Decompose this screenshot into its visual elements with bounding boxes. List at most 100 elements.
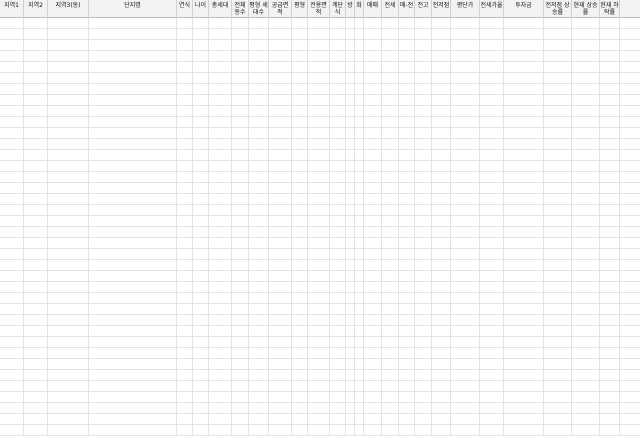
column-header[interactable]: 연식 (177, 0, 193, 18)
grid-cell[interactable] (269, 370, 292, 381)
grid-cell[interactable] (177, 84, 193, 95)
grid-cell[interactable] (600, 183, 620, 194)
grid-cell[interactable] (0, 183, 24, 194)
grid-cell[interactable] (504, 381, 544, 392)
grid-cell[interactable] (292, 161, 308, 172)
grid-cell[interactable] (480, 128, 504, 139)
grid-cell[interactable] (432, 414, 451, 425)
grid-cell[interactable] (572, 392, 600, 403)
grid-cell[interactable] (330, 282, 346, 293)
grid-cell[interactable] (89, 51, 177, 62)
grid-cell[interactable] (292, 183, 308, 194)
grid-cell[interactable] (432, 150, 451, 161)
grid-cell[interactable] (292, 51, 308, 62)
grid-cell[interactable] (193, 370, 209, 381)
grid-cell[interactable] (249, 172, 269, 183)
grid-cell[interactable] (24, 150, 48, 161)
column-header[interactable]: 화 (355, 0, 364, 18)
grid-cell[interactable] (0, 40, 24, 51)
grid-cell[interactable] (24, 128, 48, 139)
grid-cell[interactable] (193, 260, 209, 271)
grid-cell[interactable] (269, 95, 292, 106)
grid-cell[interactable] (48, 51, 89, 62)
grid-cell[interactable] (177, 95, 193, 106)
grid-cell[interactable] (600, 348, 620, 359)
grid-cell[interactable] (193, 106, 209, 117)
grid-cell[interactable] (432, 326, 451, 337)
grid-cell[interactable] (209, 62, 232, 73)
grid-cell[interactable] (572, 293, 600, 304)
grid-cell[interactable] (177, 172, 193, 183)
grid-cell[interactable] (504, 238, 544, 249)
grid-cell[interactable] (330, 260, 346, 271)
grid-cell[interactable] (382, 106, 399, 117)
grid-cell[interactable] (232, 260, 249, 271)
grid-cell[interactable] (48, 403, 89, 414)
grid-cell[interactable] (415, 348, 432, 359)
grid-cell[interactable] (89, 84, 177, 95)
grid-cell[interactable] (600, 139, 620, 150)
grid-cell[interactable] (232, 18, 249, 29)
grid-cell[interactable] (48, 326, 89, 337)
grid-cell[interactable] (89, 370, 177, 381)
grid-cell[interactable] (269, 282, 292, 293)
grid-cell[interactable] (330, 139, 346, 150)
grid-cell[interactable] (600, 161, 620, 172)
grid-cell[interactable] (432, 194, 451, 205)
grid-cell[interactable] (346, 150, 355, 161)
grid-cell[interactable] (399, 84, 415, 95)
grid-cell[interactable] (451, 106, 480, 117)
grid-cell[interactable] (292, 73, 308, 84)
grid-cell[interactable] (544, 227, 572, 238)
grid-cell[interactable] (308, 62, 330, 73)
grid-cell[interactable] (177, 425, 193, 436)
grid-cell[interactable] (432, 51, 451, 62)
grid-cell[interactable] (382, 84, 399, 95)
grid-cell[interactable] (415, 381, 432, 392)
grid-cell[interactable] (346, 18, 355, 29)
grid-cell[interactable] (399, 359, 415, 370)
grid-cell[interactable] (572, 227, 600, 238)
grid-cell[interactable] (0, 425, 24, 436)
grid-cell[interactable] (382, 403, 399, 414)
grid-cell[interactable] (249, 106, 269, 117)
grid-cell[interactable] (249, 183, 269, 194)
grid-cell[interactable] (544, 304, 572, 315)
grid-cell[interactable] (89, 425, 177, 436)
grid-cell[interactable] (451, 205, 480, 216)
column-header[interactable]: 계단식 (330, 0, 346, 18)
grid-cell[interactable] (0, 348, 24, 359)
grid-cell[interactable] (0, 381, 24, 392)
grid-cell[interactable] (330, 381, 346, 392)
grid-cell[interactable] (24, 326, 48, 337)
grid-cell[interactable] (292, 359, 308, 370)
grid-cell[interactable] (432, 62, 451, 73)
grid-cell[interactable] (209, 84, 232, 95)
grid-cell[interactable] (232, 403, 249, 414)
grid-cell[interactable] (544, 271, 572, 282)
grid-cell[interactable] (399, 40, 415, 51)
grid-cell[interactable] (399, 51, 415, 62)
grid-cell[interactable] (177, 73, 193, 84)
grid-cell[interactable] (177, 106, 193, 117)
grid-cell[interactable] (399, 150, 415, 161)
grid-cell[interactable] (177, 359, 193, 370)
grid-cell[interactable] (249, 425, 269, 436)
grid-cell[interactable] (355, 381, 364, 392)
grid-cell[interactable] (382, 150, 399, 161)
grid-cell[interactable] (209, 304, 232, 315)
grid-cell[interactable] (364, 260, 382, 271)
grid-cell[interactable] (364, 51, 382, 62)
grid-cell[interactable] (292, 227, 308, 238)
grid-cell[interactable] (48, 304, 89, 315)
grid-cell[interactable] (355, 370, 364, 381)
grid-cell[interactable] (504, 29, 544, 40)
grid-cell[interactable] (269, 29, 292, 40)
grid-cell[interactable] (399, 348, 415, 359)
grid-cell[interactable] (346, 227, 355, 238)
grid-cell[interactable] (330, 205, 346, 216)
grid-cell[interactable] (364, 425, 382, 436)
grid-cell[interactable] (544, 205, 572, 216)
grid-cell[interactable] (480, 73, 504, 84)
grid-cell[interactable] (432, 139, 451, 150)
